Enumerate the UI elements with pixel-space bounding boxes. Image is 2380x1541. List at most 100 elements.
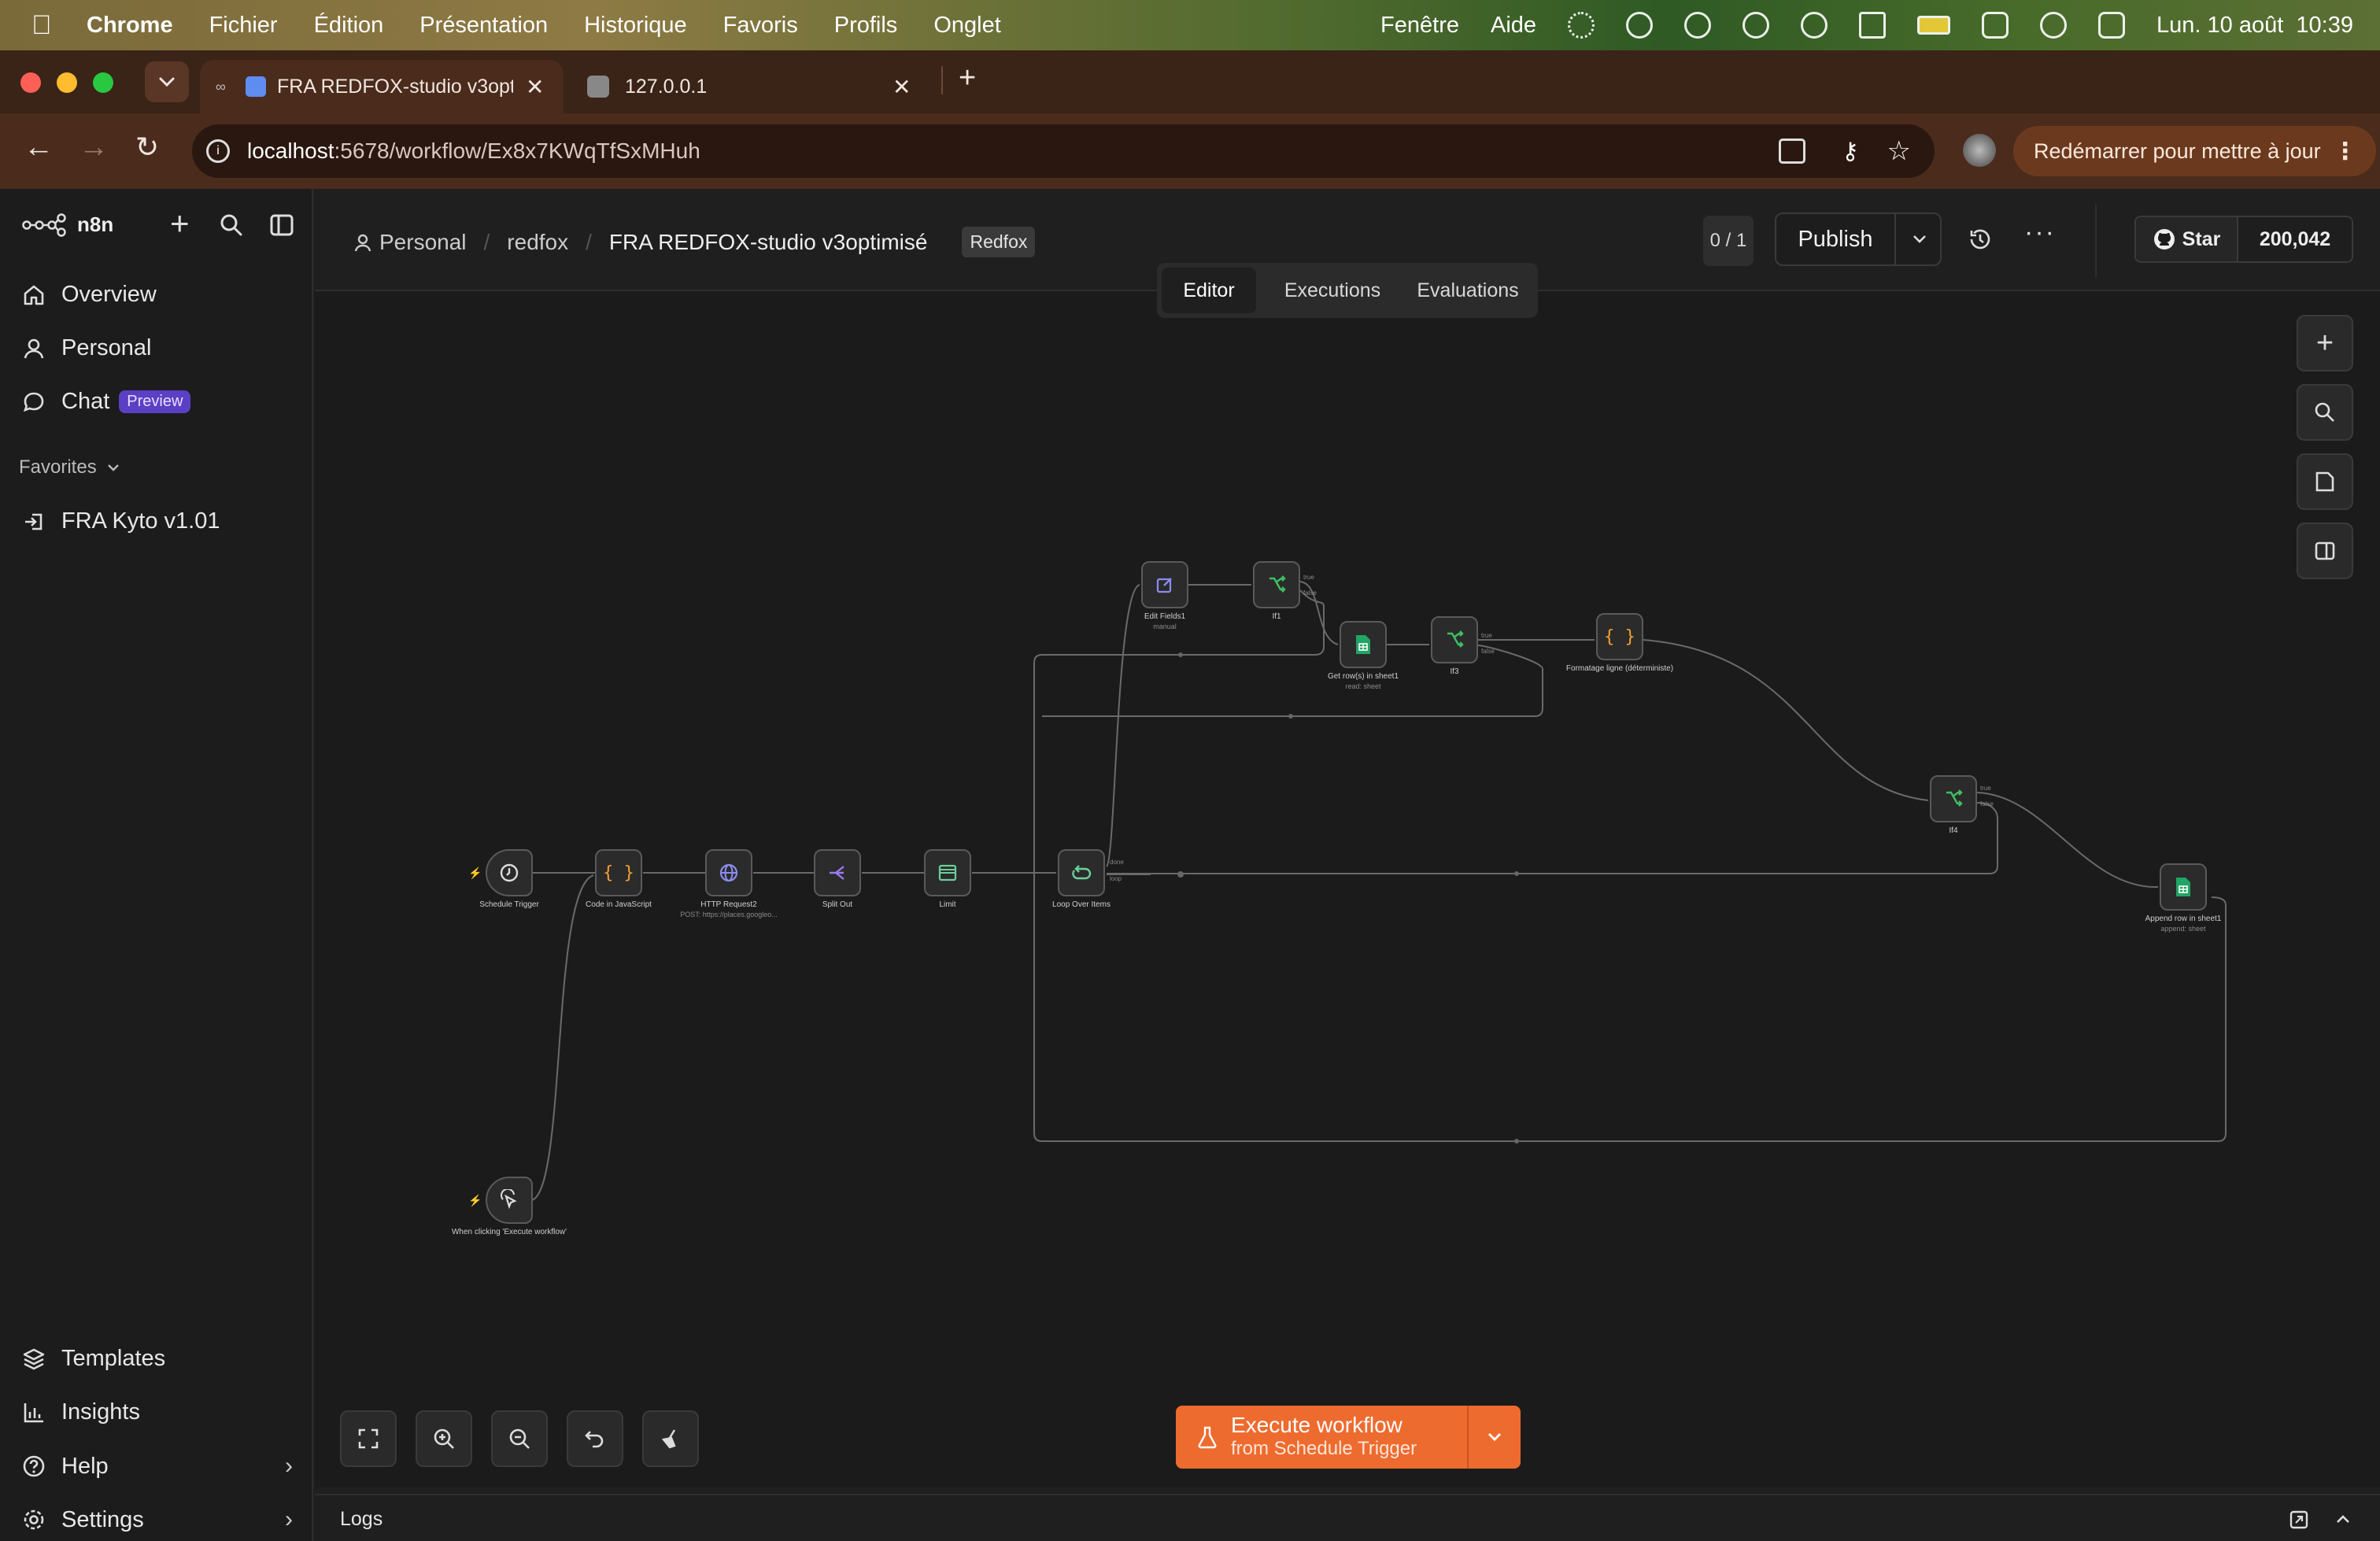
zoom-out-button[interactable] xyxy=(491,1410,548,1467)
add-plus-icon[interactable]: + xyxy=(170,205,190,242)
github-star-part[interactable]: Star xyxy=(2136,217,2237,261)
brand-logo[interactable]: n8n xyxy=(22,212,113,237)
node-get-rows-sheet[interactable] xyxy=(1340,621,1387,668)
node-formatage-ligne[interactable]: { } xyxy=(1596,613,1643,660)
sidebar-item-chat[interactable]: Chat Preview xyxy=(22,389,191,415)
zoom-in-button[interactable] xyxy=(416,1410,472,1467)
menubar-datetime[interactable]: Lun. 10 août 10:39 xyxy=(2156,13,2353,39)
site-info-icon[interactable]: i xyxy=(206,139,230,163)
node-schedule-trigger[interactable] xyxy=(486,849,533,896)
tab-evaluations[interactable]: Evaluations xyxy=(1402,268,1533,313)
battery-icon[interactable] xyxy=(1917,16,1951,35)
menu-item-profils[interactable]: Profils xyxy=(834,13,898,39)
workflow-canvas[interactable]: done loop true false true false true fal… xyxy=(315,291,2380,1487)
node-edit-fields[interactable] xyxy=(1141,561,1188,608)
output-handle[interactable] xyxy=(1177,871,1184,878)
maximize-window-button[interactable] xyxy=(93,72,113,93)
play-icon[interactable] xyxy=(1743,12,1770,39)
active-counter[interactable]: 0 / 1 xyxy=(1703,216,1754,266)
node-if1[interactable] xyxy=(1253,561,1300,608)
node-append-row-sheet[interactable] xyxy=(2160,863,2207,911)
menu-item-presentation[interactable]: Présentation xyxy=(419,13,548,39)
history-icon[interactable] xyxy=(1968,227,1993,252)
menu-item-aide[interactable]: Aide xyxy=(1491,13,1536,39)
github-star-button[interactable]: Star 200,042 xyxy=(2134,216,2353,263)
loop-back-line[interactable] xyxy=(1107,802,1998,874)
popout-icon[interactable] xyxy=(2289,1510,2309,1530)
node-manual-trigger[interactable] xyxy=(486,1177,533,1224)
sidebar-item-insights[interactable]: Insights xyxy=(22,1399,140,1425)
sidebar-item-overview[interactable]: Overview xyxy=(22,282,157,308)
workflow-tag[interactable]: Redfox xyxy=(962,227,1036,257)
profile-avatar[interactable] xyxy=(1963,134,1996,167)
menu-item-edition[interactable]: Édition xyxy=(314,13,384,39)
menu-item-onglet[interactable]: Onglet xyxy=(933,13,1000,39)
search-icon[interactable] xyxy=(2040,12,2068,39)
node-code-javascript[interactable]: { } xyxy=(595,849,642,896)
sidebar-item-settings[interactable]: Settings › xyxy=(22,1506,293,1533)
node-split-out[interactable] xyxy=(814,849,861,896)
search-nodes-button[interactable] xyxy=(2297,384,2353,441)
cloud-icon[interactable] xyxy=(1684,12,1712,39)
minimize-window-button[interactable] xyxy=(57,72,77,93)
close-tab-icon[interactable]: ✕ xyxy=(893,74,911,100)
reload-icon[interactable]: ↻ xyxy=(135,131,159,164)
menu-item-historique[interactable]: Historique xyxy=(584,13,687,39)
chevron-down-icon[interactable] xyxy=(1910,233,1929,246)
tab-inactive[interactable]: 127.0.0.1 ✕ xyxy=(579,60,929,113)
alert-icon[interactable] xyxy=(1801,12,1828,39)
menu-item-fenetre[interactable]: Fenêtre xyxy=(1380,13,1459,39)
sidebar-item-personal[interactable]: Personal xyxy=(22,335,151,361)
translate-icon[interactable] xyxy=(1779,139,1805,164)
back-arrow-icon[interactable]: ← xyxy=(24,131,54,164)
fit-view-button[interactable] xyxy=(340,1410,397,1467)
menu-app-name[interactable]: Chrome xyxy=(87,13,173,39)
screen-icon[interactable] xyxy=(1859,12,1887,39)
search-icon[interactable] xyxy=(219,212,244,238)
tab-active[interactable]: ∞ FRA REDFOX-studio v3opt ✕ xyxy=(200,60,564,113)
new-tab-plus-icon[interactable]: + xyxy=(959,61,976,95)
favorites-section-toggle[interactable]: Favorites xyxy=(19,456,120,479)
node-http-request[interactable] xyxy=(705,849,752,896)
collapse-sidebar-icon[interactable] xyxy=(269,212,294,238)
restart-to-update-button[interactable]: Redémarrer pour mettre à jour ⋮ xyxy=(2013,126,2376,176)
sidebar-item-help[interactable]: Help › xyxy=(22,1453,293,1480)
add-node-button[interactable]: + xyxy=(2297,315,2353,371)
node-limit[interactable] xyxy=(924,849,971,896)
menu-item-fichier[interactable]: Fichier xyxy=(209,13,278,39)
chatgpt-icon[interactable] xyxy=(1626,12,1654,39)
kebab-menu-icon[interactable]: ⋮ xyxy=(2334,138,2357,165)
logs-panel-bar[interactable]: Logs xyxy=(315,1494,2380,1541)
spark-icon[interactable] xyxy=(1568,12,1595,39)
menu-item-favoris[interactable]: Favoris xyxy=(723,13,798,39)
connection-line[interactable] xyxy=(1976,792,2159,889)
tab-executions[interactable]: Executions xyxy=(1267,268,1398,313)
tab-editor[interactable]: Editor xyxy=(1162,268,1256,313)
workflow-title[interactable]: FRA REDFOX-studio v3optimisé xyxy=(609,230,928,255)
breadcrumb-project[interactable]: Personal xyxy=(379,230,467,255)
password-key-icon[interactable]: ⚷ xyxy=(1842,138,1859,165)
apple-icon[interactable]:  xyxy=(31,9,63,41)
undo-button[interactable] xyxy=(567,1410,623,1467)
close-tab-icon[interactable]: ✕ xyxy=(526,74,544,100)
node-if4[interactable] xyxy=(1930,775,1977,822)
sticky-note-button[interactable] xyxy=(2297,453,2353,510)
toggle-panel-button[interactable] xyxy=(2297,523,2353,579)
control-center-icon[interactable] xyxy=(2098,12,2126,39)
forward-arrow-icon[interactable]: → xyxy=(79,131,109,164)
breadcrumb-folder[interactable]: redfox xyxy=(507,230,568,255)
more-options-icon[interactable]: ··· xyxy=(2024,217,2056,248)
node-if3[interactable] xyxy=(1431,616,1478,663)
address-bar[interactable]: i localhost:5678/workflow/Ex8x7KWqTfSxMH… xyxy=(192,124,1935,178)
sidebar-favorite-item[interactable]: FRA Kyto v1.01 xyxy=(22,508,220,534)
execute-workflow-button[interactable]: Execute workflow from Schedule Trigger xyxy=(1176,1406,1467,1469)
tidy-up-button[interactable] xyxy=(642,1410,699,1467)
node-loop-over-items[interactable] xyxy=(1058,849,1105,896)
tab-search-button[interactable] xyxy=(145,61,189,102)
connection-line[interactable] xyxy=(531,874,594,1201)
execute-options-button[interactable] xyxy=(1469,1406,1521,1469)
sidebar-item-templates[interactable]: Templates xyxy=(22,1346,165,1372)
publish-button[interactable]: Publish xyxy=(1776,214,1894,264)
chevron-up-icon[interactable] xyxy=(2334,1513,2352,1525)
link-icon[interactable] xyxy=(1982,12,2009,39)
